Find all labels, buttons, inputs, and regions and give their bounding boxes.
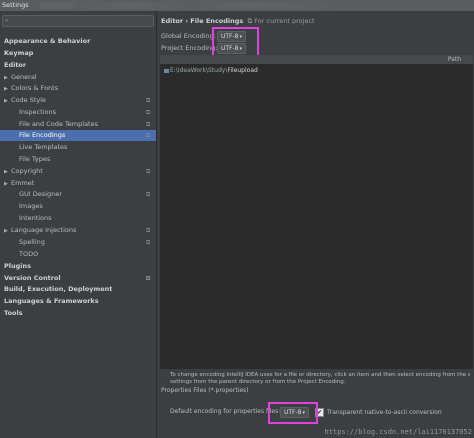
description-line-1: To change encoding IntelliJ IDEA uses fo…	[170, 372, 470, 378]
sidebar-item[interactable]: ▶ Language Injections ⧉	[4, 225, 150, 237]
sidebar-item-label: Code Style	[11, 96, 47, 104]
encodings-table[interactable]: E:\IdeaWork\Study\Fileupload	[160, 65, 473, 369]
project-scope-icon: ⧉	[146, 121, 151, 128]
sidebar-item[interactable]: Tools	[4, 308, 23, 319]
sidebar-item-label: Spelling	[19, 238, 45, 246]
expand-arrow-icon[interactable]: ▶	[4, 226, 11, 237]
sidebar-item-label: General	[11, 73, 37, 81]
breadcrumb: Editor › File Encodings ⧉ For current pr…	[161, 17, 315, 26]
expand-arrow-icon[interactable]: ▶	[4, 179, 11, 190]
sidebar-item[interactable]: GUI Designer ⧉	[12, 189, 150, 200]
sidebar-item-label: Languages & Frameworks	[4, 297, 99, 305]
table-row[interactable]: E:\IdeaWork\Study\Fileupload	[164, 67, 258, 74]
sidebar-item-label: Editor	[4, 61, 27, 69]
sidebar-item-label: File Encodings	[19, 131, 66, 139]
breadcrumb-title: Editor › File Encodings	[161, 17, 244, 25]
sidebar-item[interactable]: File Types	[12, 154, 50, 165]
breadcrumb-scope-label: For current project	[254, 17, 315, 25]
description-line-2: settings from the parent directory or fr…	[170, 379, 346, 385]
sidebar-item-label: GUI Designer	[19, 190, 62, 198]
blurred-toolbar	[40, 2, 340, 9]
sidebar-item[interactable]: Build, Execution, Deployment	[4, 284, 112, 295]
sidebar-item-label: Live Templates	[19, 143, 68, 151]
sidebar-item-label: TODO	[19, 250, 39, 258]
sidebar-item[interactable]: Editor	[4, 60, 26, 71]
table-header: Path	[160, 55, 473, 65]
sidebar-item[interactable]: ▶ Copyright ⧉	[4, 166, 150, 178]
search-input[interactable]: ⌕	[2, 15, 154, 27]
window-titlebar: Settings	[0, 0, 474, 11]
sidebar-item[interactable]: Spelling ⧉	[12, 237, 150, 248]
path-column-header[interactable]: Path	[448, 56, 461, 63]
global-encoding-label: Global Encoding:	[161, 32, 216, 40]
native-to-ascii-label: Transparent native-to-ascii conversion	[327, 409, 442, 416]
window-title: Settings	[2, 1, 29, 9]
project-scope-icon: ⧉	[146, 132, 151, 139]
properties-default-label: Default encoding for properties files:	[170, 408, 281, 415]
sidebar-item-label: Emmet	[11, 179, 35, 187]
sidebar-item-label: Language Injections	[11, 226, 77, 234]
sidebar-item-label: Intentions	[19, 214, 52, 222]
sidebar-item[interactable]: Inspections ⧉	[12, 107, 150, 118]
properties-section-title: Properties Files (*.properties)	[161, 387, 249, 394]
project-scope-icon: ⧉	[146, 109, 151, 116]
sidebar-item[interactable]: ▶ Code Style ⧉	[4, 95, 150, 107]
description-text: To change encoding IntelliJ IDEA uses fo…	[170, 372, 470, 386]
project-scope-icon: ⧉	[146, 191, 151, 198]
sidebar-item-label: Copyright	[11, 167, 43, 175]
sidebar-item[interactable]: Keymap	[4, 48, 33, 59]
folder-icon	[164, 68, 169, 73]
settings-sidebar: ⌕ Appearance & Behavior Keymap Editor ▶ Gene…	[0, 11, 157, 438]
sidebar-item-label: Inspections	[19, 108, 56, 116]
sidebar-item-label: File Types	[19, 155, 51, 163]
sidebar-item[interactable]: ▶ Emmet	[4, 178, 34, 189]
sidebar-item-label: Build, Execution, Deployment	[4, 285, 113, 293]
sidebar-item[interactable]: Languages & Frameworks	[4, 296, 99, 307]
sidebar-item[interactable]: Live Templates	[12, 142, 67, 153]
folder-path-prefix: E:\IdeaWork\Study\	[170, 67, 228, 74]
sidebar-item-label: Appearance & Behavior	[4, 37, 91, 45]
sidebar-item[interactable]: Images	[12, 201, 43, 212]
sidebar-item[interactable]: ▶ General	[4, 72, 37, 83]
sidebar-item-label: Keymap	[4, 49, 34, 57]
project-scope-icon: ⧉	[146, 97, 151, 104]
breadcrumb-scope: ⧉ For current project	[247, 17, 315, 25]
project-encoding-label: Project Encoding:	[161, 44, 218, 52]
sidebar-item-label: File and Code Templates	[19, 120, 98, 128]
sidebar-item[interactable]: Appearance & Behavior	[4, 36, 90, 47]
expand-arrow-icon[interactable]: ▶	[4, 167, 11, 178]
main-panel: Editor › File Encodings ⧉ For current pr…	[157, 11, 474, 438]
expand-arrow-icon[interactable]: ▶	[4, 96, 11, 107]
sidebar-item-label: Version Control	[4, 274, 61, 282]
sidebar-item-label: Tools	[4, 309, 23, 317]
sidebar-item-label: Colors & Fonts	[11, 84, 59, 92]
project-scope-icon: ⧉	[146, 239, 151, 246]
sidebar-item[interactable]: ▶ Colors & Fonts	[4, 83, 58, 94]
sidebar-item[interactable]: Plugins	[4, 261, 31, 272]
folder-path-name: Fileupload	[227, 67, 258, 74]
project-scope-icon: ⧉	[146, 227, 151, 234]
search-icon: ⌕	[5, 17, 9, 24]
sidebar-item-label: Plugins	[4, 262, 31, 270]
sidebar-item-label: Images	[19, 202, 43, 210]
highlight-box-encodings	[212, 27, 259, 58]
sidebar-item[interactable]: File and Code Templates ⧉	[12, 119, 150, 130]
sidebar-item[interactable]: TODO	[12, 249, 38, 260]
sidebar-item[interactable]: Version Control ⧉	[4, 273, 150, 284]
watermark: https://blog.csdn.net/lai1170137052	[324, 428, 472, 436]
expand-arrow-icon[interactable]: ▶	[4, 84, 11, 95]
sidebar-item[interactable]: Intentions	[12, 213, 52, 224]
project-scope-icon: ⧉	[146, 275, 151, 282]
project-scope-icon: ⧉	[146, 168, 151, 175]
highlight-box-properties	[268, 402, 318, 424]
sidebar-item[interactable]: File Encodings ⧉	[12, 130, 150, 141]
